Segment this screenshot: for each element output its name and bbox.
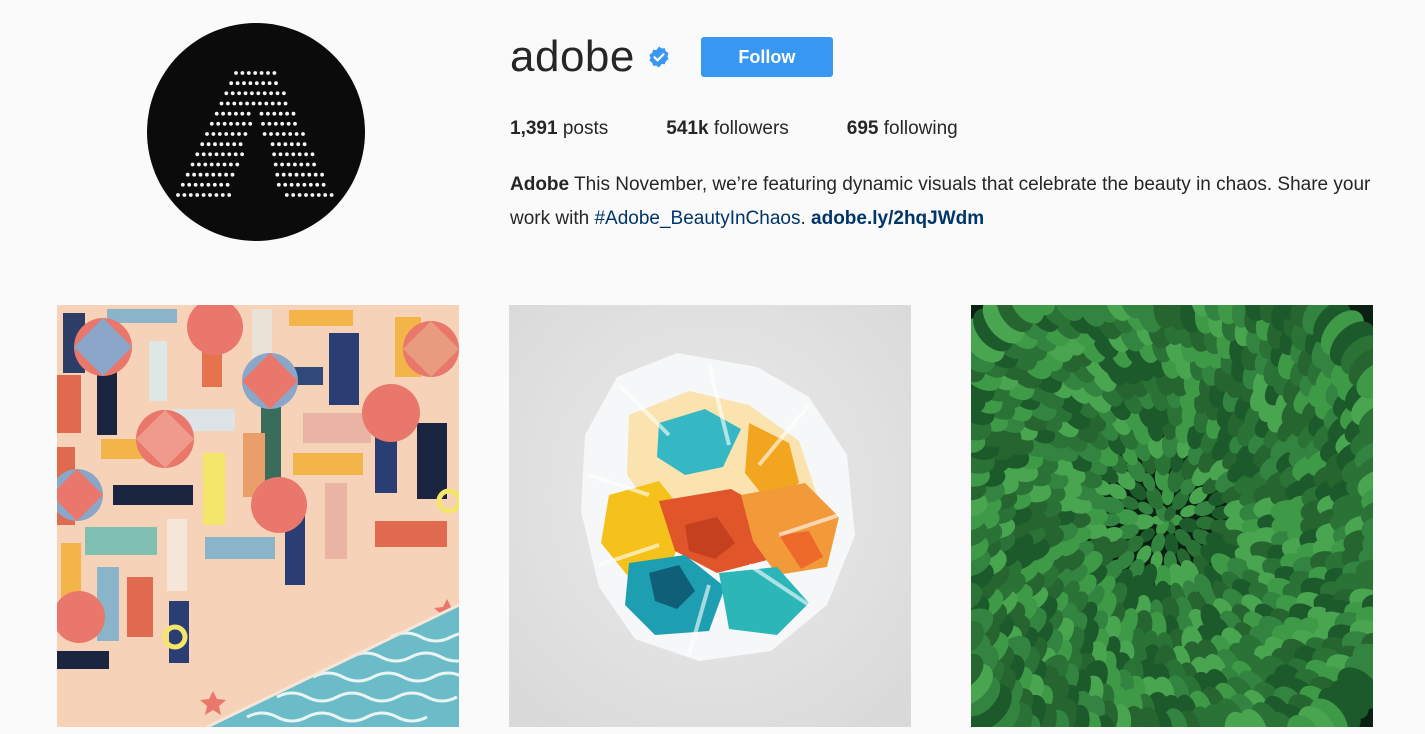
following-stat[interactable]: 695 following: [847, 118, 958, 140]
bio-hashtag-link[interactable]: #Adobe_BeautyInChaos: [594, 208, 800, 229]
posts-count: 1,391: [510, 118, 558, 139]
post-thumbnail-beach[interactable]: [57, 305, 459, 727]
post-thumbnail-aerial-forest[interactable]: [971, 305, 1373, 727]
bio-website-link[interactable]: adobe.ly/2hqJWdm: [811, 208, 984, 229]
profile-info: adobe Follow 1,391 posts 541k followers …: [510, 28, 1390, 236]
bio-text-2: .: [800, 208, 812, 229]
posts-stat: 1,391 posts: [510, 118, 608, 140]
verified-badge-icon: [647, 45, 671, 69]
followers-stat[interactable]: 541k followers: [666, 118, 789, 140]
aerial-forest-image: [971, 305, 1373, 727]
crumpled-paper-image: [509, 305, 911, 727]
followers-count: 541k: [666, 118, 709, 139]
posts-grid: [57, 305, 1393, 730]
followers-label: followers: [713, 118, 789, 139]
beach-illustration-image: [57, 305, 459, 727]
profile-title-row: adobe Follow: [510, 28, 1390, 86]
bio-name: Adobe: [510, 174, 570, 195]
following-count: 695: [846, 118, 879, 139]
profile-avatar[interactable]: [147, 23, 365, 241]
profile-bio: Adobe This November, we’re featuring dyn…: [510, 168, 1380, 236]
adobe-logo-icon: [176, 71, 334, 197]
profile-stats: 1,391 posts 541k followers 695 following: [510, 118, 1390, 140]
follow-button[interactable]: Follow: [700, 37, 833, 77]
posts-label: posts: [562, 118, 609, 139]
profile-username: adobe: [510, 32, 635, 81]
following-label: following: [883, 118, 958, 139]
post-thumbnail-crumpled-paper[interactable]: [509, 305, 911, 727]
